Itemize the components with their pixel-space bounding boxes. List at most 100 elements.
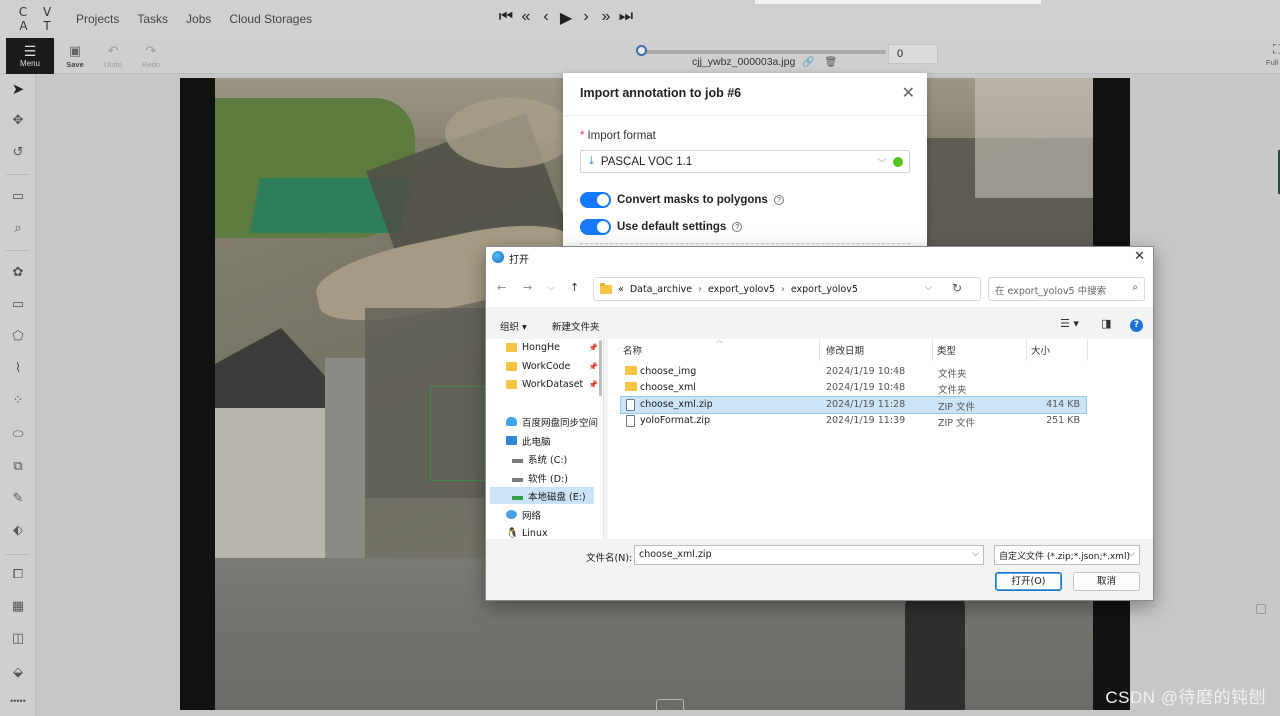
first-frame-icon[interactable]: ⏮ [498, 8, 514, 28]
import-format-select[interactable]: ⤓ PASCAL VOC 1.1 ﹀ [580, 150, 910, 173]
save-button[interactable]: ▣ Save [60, 41, 90, 71]
close-icon[interactable]: ✕ [1134, 249, 1145, 264]
cancel-button[interactable]: 取消 [1073, 572, 1140, 591]
frame-slider[interactable] [640, 50, 886, 54]
open-button[interactable]: 打开(O) [995, 572, 1062, 591]
breadcrumb-separator-icon: › [781, 283, 785, 295]
nav-tasks[interactable]: Tasks [137, 12, 168, 26]
zoom-region-icon[interactable]: ⌕ [0, 220, 36, 236]
tree-item-this-pc[interactable]: 此电脑 [506, 432, 598, 449]
file-row-choose-img[interactable]: choose_img 2024/1/19 10:48 文件夹 [621, 364, 1086, 380]
rotate-icon[interactable]: ↺ [0, 144, 36, 160]
breadcrumb-overflow[interactable]: « [618, 284, 624, 295]
drive-icon [512, 495, 523, 500]
help-icon[interactable]: ? [773, 195, 784, 205]
fullscreen-icon[interactable]: ⛶ [1273, 42, 1280, 57]
move-icon[interactable]: ✥ [0, 112, 36, 128]
chevron-down-icon[interactable]: ⌵ [925, 283, 932, 293]
tree-item-drive-d[interactable]: 软件 (D:) [512, 469, 603, 486]
expand-panel-button[interactable]: ︿ [656, 699, 684, 713]
cuboid-icon[interactable]: ⧉ [0, 458, 36, 474]
convert-masks-toggle[interactable] [580, 192, 611, 208]
delete-frame-icon[interactable]: 🗑 [824, 57, 847, 68]
frame-slider-handle[interactable] [636, 45, 647, 56]
default-settings-label: Use default settings [617, 221, 727, 233]
column-name[interactable]: 名称 [623, 343, 642, 357]
help-icon[interactable]: ? [1130, 319, 1143, 332]
tree-item-honghe[interactable]: HongHe 📌 [506, 339, 598, 356]
tree-item-workcode[interactable]: WorkCode 📌 [506, 358, 598, 375]
more-icon[interactable]: ••••• [0, 696, 36, 706]
nav-cloud-storages[interactable]: Cloud Storages [229, 12, 312, 26]
nav-projects[interactable]: Projects [76, 12, 119, 26]
cursor-icon[interactable]: ➤ [0, 80, 36, 98]
help-icon[interactable]: ? [732, 222, 743, 232]
tree-item-label: 软件 (D:) [528, 473, 568, 485]
new-folder-button[interactable]: 新建文件夹 [552, 319, 600, 333]
back-arrow-icon[interactable]: ← [497, 281, 506, 294]
points-icon[interactable]: ⁘ [0, 392, 36, 408]
undo-button[interactable]: ↶ Undo [98, 41, 128, 71]
column-divider[interactable] [819, 339, 820, 361]
breadcrumb-export-yolov5[interactable]: export_yolov5 [708, 284, 775, 295]
polyline-icon[interactable]: ⌇ [0, 360, 36, 376]
tree-item-label: 此电脑 [522, 436, 551, 448]
back-step-icon[interactable]: « [518, 8, 534, 28]
play-icon[interactable]: ▶ [558, 8, 574, 28]
search-input[interactable]: 在 export_yolov5 中搜索 ⌕ [988, 277, 1145, 301]
default-settings-toggle[interactable] [580, 219, 611, 235]
ai-tools-icon[interactable]: ✿ [0, 264, 36, 280]
forward-arrow-icon[interactable]: → [523, 281, 532, 294]
prev-frame-icon[interactable]: ‹ [538, 8, 554, 28]
breadcrumb-export-yolov5-current[interactable]: export_yolov5 [791, 284, 858, 295]
tree-item-workdataset[interactable]: WorkDataset 📌 [506, 376, 598, 393]
ellipse-icon[interactable]: ⬭ [0, 426, 36, 442]
last-frame-icon[interactable]: ⏭ [618, 8, 634, 28]
column-divider[interactable] [1026, 339, 1027, 361]
tree-item-drive-e[interactable]: 本地磁盘 (E:) [490, 487, 594, 504]
column-type[interactable]: 类型 [937, 343, 956, 357]
address-bar[interactable]: « Data_archive › export_yolov5 › export_… [593, 277, 981, 301]
refresh-icon[interactable]: ↻ [952, 281, 962, 295]
file-row-yoloformat-zip[interactable]: yoloFormat.zip 2024/1/19 11:39 ZIP 文件 25… [621, 413, 1086, 429]
file-row-choose-xml-zip[interactable]: choose_xml.zip 2024/1/19 11:28 ZIP 文件 41… [620, 396, 1087, 414]
nav-jobs[interactable]: Jobs [186, 12, 211, 26]
close-icon[interactable]: ✕ [902, 83, 915, 103]
tree-item-baidu-netdisk[interactable]: 百度网盘同步空间 [506, 413, 598, 430]
filename-input[interactable]: choose_xml.zip ⌵ [634, 545, 984, 565]
file-row-choose-xml[interactable]: choose_xml 2024/1/19 10:48 文件夹 [621, 380, 1086, 396]
tree-item-label: WorkCode [522, 361, 571, 372]
merge-icon[interactable]: ⧠ [0, 566, 36, 582]
brush-icon[interactable]: ✎ [0, 490, 36, 506]
tree-item-network[interactable]: 网络 [506, 506, 598, 523]
organize-button[interactable]: 组织 ▾ [500, 319, 527, 333]
up-arrow-icon[interactable]: ↑ [570, 281, 579, 294]
rectangle-icon[interactable]: ▭ [0, 296, 36, 312]
recent-dropdown-icon[interactable]: ⌵ [548, 283, 554, 293]
tree-item-drive-c[interactable]: 系统 (C:) [512, 450, 603, 467]
tree-item-linux[interactable]: 🐧 Linux [506, 525, 598, 539]
column-divider[interactable] [932, 339, 933, 361]
issue-icon[interactable]: ⬙ [0, 664, 36, 680]
column-divider[interactable] [1087, 339, 1088, 361]
redo-button[interactable]: ↷ Redo [136, 41, 166, 71]
tag-icon[interactable]: ⬖ [0, 522, 36, 538]
view-options-icon[interactable]: ☰ ▾ [1060, 317, 1079, 330]
fit-icon[interactable]: ▭ [0, 188, 36, 204]
next-frame-icon[interactable]: › [578, 8, 594, 28]
scroll-handle[interactable] [1256, 604, 1266, 614]
preview-pane-icon[interactable]: ◨ [1101, 317, 1111, 330]
polygon-icon[interactable]: ⬠ [0, 328, 36, 344]
forward-step-icon[interactable]: » [598, 8, 614, 28]
menu-button[interactable]: ☰ Menu [6, 38, 54, 74]
frame-number-input[interactable]: 0 [888, 44, 938, 64]
column-date-modified[interactable]: 修改日期 [826, 343, 864, 357]
filetype-select[interactable]: 自定义文件 (*.zip;*.json;*.xml) ⌵ [994, 545, 1140, 565]
chevron-down-icon[interactable]: ⌵ [972, 549, 979, 559]
link-icon[interactable]: 🔗 [802, 57, 824, 68]
split-icon[interactable]: ◫ [0, 630, 36, 646]
group-icon[interactable]: ▦ [0, 598, 36, 614]
tree-scrollbar[interactable] [599, 340, 602, 396]
breadcrumb-data-archive[interactable]: Data_archive [630, 284, 692, 295]
column-size[interactable]: 大小 [1031, 343, 1050, 357]
